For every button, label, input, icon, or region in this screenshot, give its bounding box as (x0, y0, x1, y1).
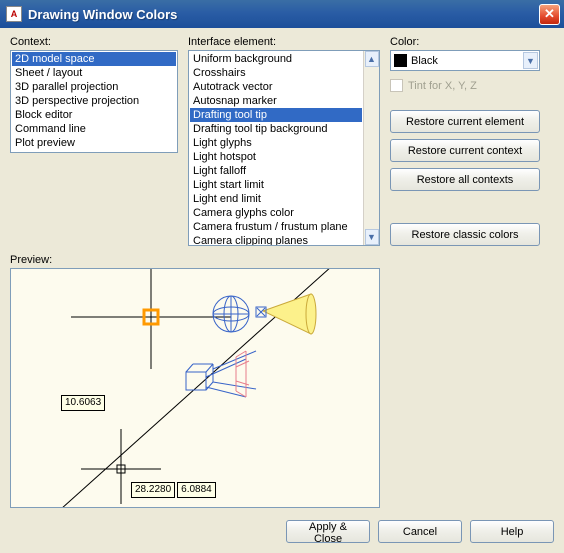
context-label: Context: (10, 36, 178, 48)
context-item[interactable]: 3D perspective projection (12, 94, 176, 108)
color-label: Color: (390, 36, 540, 48)
help-button[interactable]: Help (470, 520, 554, 543)
tooltip-distance: 10.6063 (61, 395, 105, 411)
preview-area: 10.6063 28.2280 6.0884 (10, 268, 380, 508)
interface-item[interactable]: Drafting tool tip background (190, 122, 362, 136)
interface-item[interactable]: Camera clipping planes (190, 234, 362, 246)
chevron-down-icon[interactable]: ▼ (523, 52, 538, 69)
interface-item[interactable]: Light start limit (190, 178, 362, 192)
interface-listbox[interactable]: Uniform backgroundCrosshairsAutotrack ve… (188, 50, 380, 246)
close-button[interactable]: ✕ (539, 4, 560, 25)
context-item[interactable]: Block editor (12, 108, 176, 122)
context-item[interactable]: Command line (12, 122, 176, 136)
color-swatch (394, 54, 407, 67)
interface-item[interactable]: Camera glyphs color (190, 206, 362, 220)
context-item[interactable]: Plot preview (12, 136, 176, 150)
interface-item[interactable]: Autotrack vector (190, 80, 362, 94)
color-dropdown[interactable]: Black ▼ (390, 50, 540, 71)
window-title: Drawing Window Colors (28, 7, 539, 22)
scroll-down-icon[interactable]: ▼ (365, 229, 379, 245)
interface-item[interactable]: Light hotspot (190, 150, 362, 164)
title-bar: A Drawing Window Colors ✕ (0, 0, 564, 28)
context-item[interactable]: Sheet / layout (12, 66, 176, 80)
interface-item[interactable]: Autosnap marker (190, 94, 362, 108)
context-listbox[interactable]: 2D model spaceSheet / layout3D parallel … (10, 50, 178, 153)
restore-element-button[interactable]: Restore current element (390, 110, 540, 133)
interface-item[interactable]: Light falloff (190, 164, 362, 178)
scrollbar[interactable]: ▲ ▼ (363, 51, 379, 245)
interface-label: Interface element: (188, 36, 380, 48)
preview-drawing (11, 269, 380, 508)
tint-checkbox (390, 79, 403, 92)
tint-label: Tint for X, Y, Z (408, 80, 477, 92)
scroll-up-icon[interactable]: ▲ (365, 51, 379, 67)
restore-context-button[interactable]: Restore current context (390, 139, 540, 162)
app-icon: A (6, 6, 22, 22)
tooltip-coord-x: 28.2280 (131, 482, 175, 498)
apply-close-button[interactable]: Apply & Close (286, 520, 370, 543)
restore-classic-button[interactable]: Restore classic colors (390, 223, 540, 246)
interface-item[interactable]: Uniform background (190, 52, 362, 66)
tooltip-coord-y: 6.0884 (177, 482, 216, 498)
preview-label: Preview: (10, 254, 554, 266)
context-item[interactable]: 2D model space (12, 52, 176, 66)
interface-item[interactable]: Drafting tool tip (190, 108, 362, 122)
color-name: Black (411, 55, 523, 67)
context-item[interactable]: 3D parallel projection (12, 80, 176, 94)
interface-item[interactable]: Light glyphs (190, 136, 362, 150)
cancel-button[interactable]: Cancel (378, 520, 462, 543)
interface-item[interactable]: Crosshairs (190, 66, 362, 80)
restore-all-button[interactable]: Restore all contexts (390, 168, 540, 191)
interface-item[interactable]: Camera frustum / frustum plane (190, 220, 362, 234)
interface-item[interactable]: Light end limit (190, 192, 362, 206)
